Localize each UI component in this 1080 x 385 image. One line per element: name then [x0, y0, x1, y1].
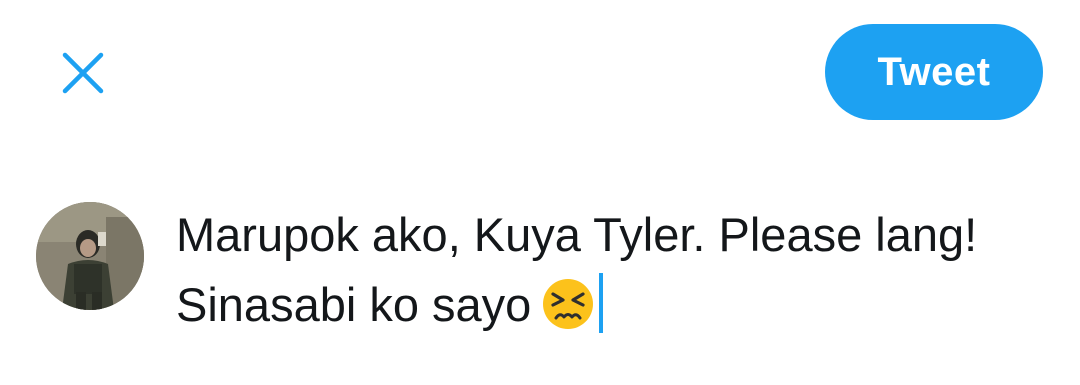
compose-area: Marupok ako, Kuya Tyler. Please lang! Si…: [0, 180, 1080, 385]
close-button[interactable]: [52, 42, 114, 104]
compose-header: Tweet: [0, 0, 1080, 150]
close-icon: [62, 52, 104, 94]
tweet-compose-screen: Tweet Marupok ako, Kuya Tyler. Please la…: [0, 0, 1080, 385]
avatar[interactable]: [36, 202, 144, 310]
avatar-image: [36, 202, 144, 310]
text-cursor: [599, 273, 604, 333]
tweet-text-input[interactable]: Marupok ako, Kuya Tyler. Please lang! Si…: [176, 200, 1036, 340]
tweet-button[interactable]: Tweet: [825, 24, 1043, 120]
persevering-face-emoji-icon: [541, 277, 595, 331]
